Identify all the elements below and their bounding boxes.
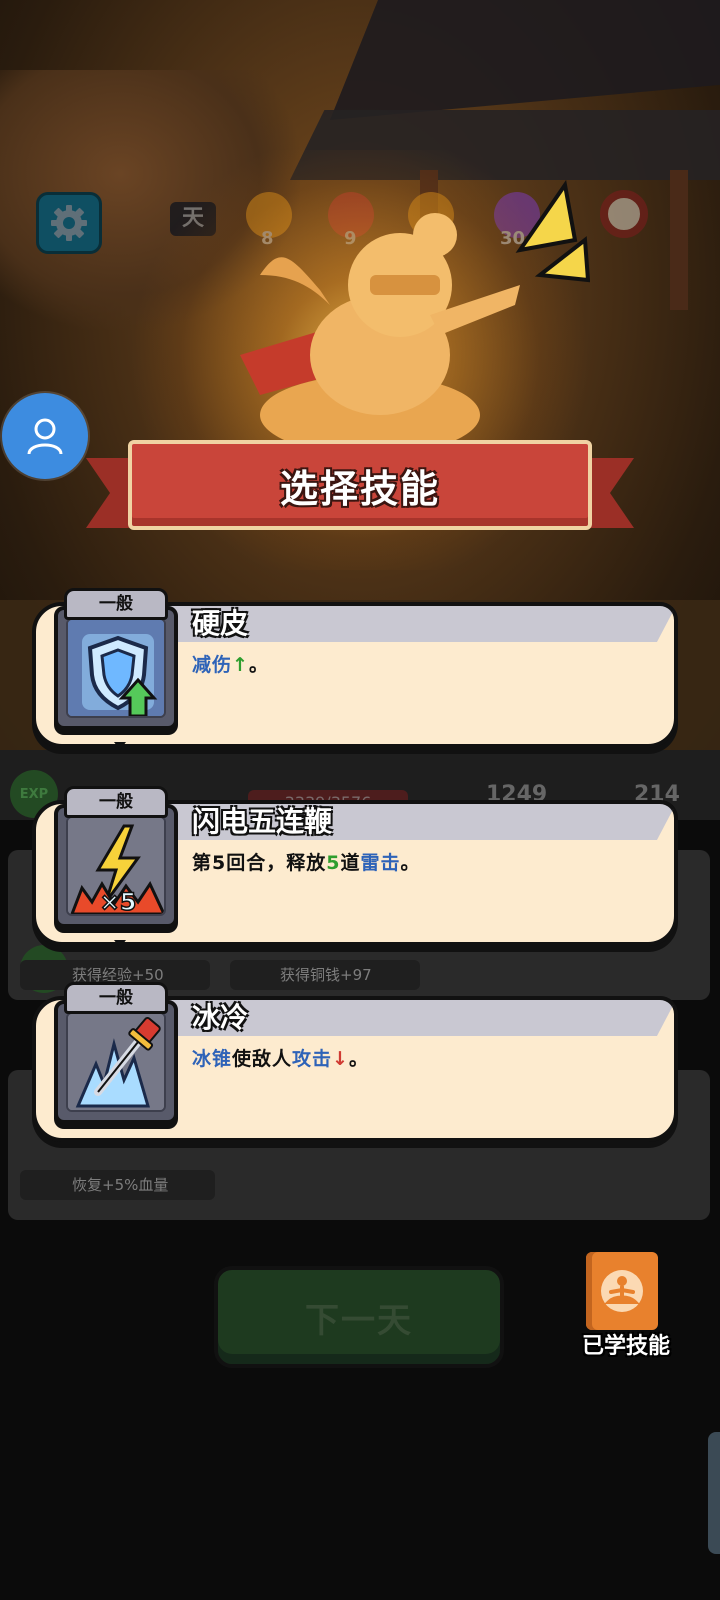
desc-part: 5 (326, 852, 341, 874)
skill-card[interactable]: 硬皮 减伤↑。 一般 (32, 588, 678, 750)
user-icon (27, 418, 63, 455)
skill-card[interactable]: 闪电五连鞭 第5回合，释放5道雷击。 ×5 一般 (32, 786, 678, 948)
skill-book-icon (586, 1252, 658, 1330)
skill-icon-frame: ×5 (54, 804, 178, 928)
select-skill-banner: 选择技能 (86, 440, 634, 540)
profile-avatar-button[interactable] (2, 393, 88, 479)
learned-skills-button[interactable]: 已学技能 (566, 1252, 686, 1372)
desc-part: 雷击 (360, 852, 401, 874)
exclaim-spark-icon (515, 180, 590, 283)
next-day-button[interactable]: 下一天 (214, 1266, 504, 1368)
desc-part: 。 (248, 654, 269, 676)
skill-name: 硬皮 (192, 607, 249, 640)
heal-label: 恢复+5%血量 (20, 1170, 215, 1200)
lightning-x5-icon: ×5 (66, 816, 166, 916)
learned-skills-label: 已学技能 (581, 1334, 670, 1359)
desc-part: 。 (400, 852, 421, 874)
temple-pillar (670, 170, 688, 310)
skill-icon-frame (54, 1000, 178, 1124)
hero-statue-icon (240, 213, 520, 455)
ice-sword-icon (66, 1012, 166, 1112)
skill-description: 冰锥使敌人攻击↓。 (192, 1044, 369, 1071)
svg-text:×5: ×5 (100, 888, 137, 916)
desc-part: ↑ (232, 654, 249, 676)
gear-icon (51, 205, 87, 241)
skill-icon-frame (54, 606, 178, 730)
card-pointer (114, 742, 126, 750)
shield-up-icon (66, 618, 166, 718)
rarity-badge: 一般 (64, 982, 168, 1014)
skill-name: 冰冷 (192, 1001, 249, 1034)
desc-part: 减伤 (192, 654, 233, 676)
desc-part: ↓ (332, 1048, 349, 1070)
desc-part: 使敌人 (232, 1048, 293, 1070)
skill-card[interactable]: 冰冷 冰锥使敌人攻击↓。 一般 (32, 982, 678, 1142)
side-drawer-handle[interactable] (708, 1432, 720, 1554)
meditation-icon (601, 1270, 643, 1312)
banner-plate: 选择技能 (128, 440, 592, 530)
skill-description: 第5回合，释放5道雷击。 (192, 848, 421, 875)
desc-part: 道 (340, 852, 361, 874)
settings-button[interactable] (36, 192, 102, 254)
rarity-badge: 一般 (64, 588, 168, 620)
next-day-label: 下一天 (305, 1300, 413, 1341)
rarity-badge: 一般 (64, 786, 168, 818)
banner-title: 选择技能 (279, 466, 440, 511)
desc-part: 。 (348, 1048, 369, 1070)
card-pointer (114, 940, 126, 948)
desc-part: 第5回合，释放 (192, 852, 327, 874)
skill-description: 减伤↑。 (192, 650, 269, 677)
desc-part: 攻击 (292, 1048, 333, 1070)
desc-part: 冰锥 (192, 1048, 233, 1070)
skill-name: 闪电五连鞭 (192, 805, 333, 838)
